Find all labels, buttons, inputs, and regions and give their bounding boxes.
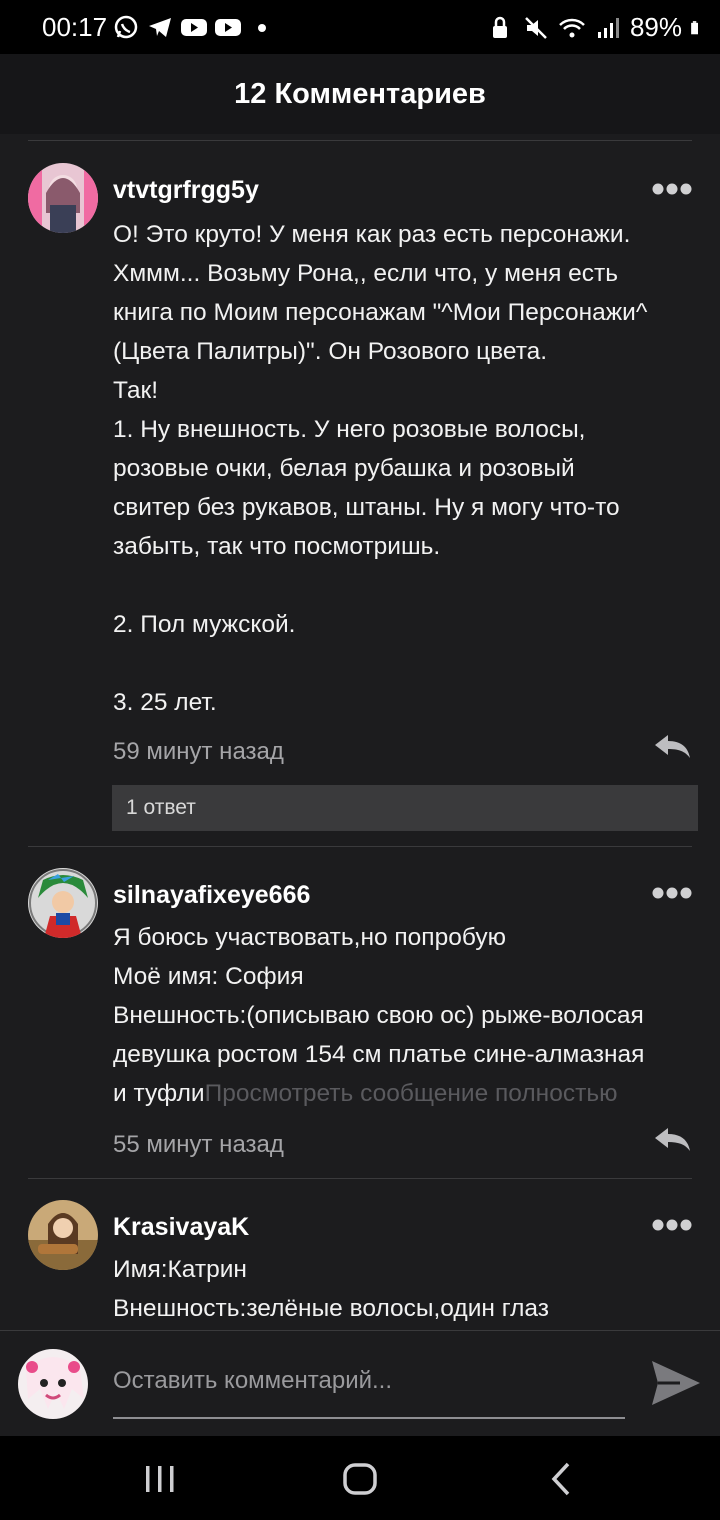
battery-percent: 89% — [629, 12, 682, 42]
youtube-icon — [215, 19, 241, 36]
wifi-icon — [559, 18, 585, 37]
status-bar: 00:17 89% — [0, 0, 720, 54]
signal-icon — [597, 17, 619, 38]
mute-icon — [525, 16, 547, 39]
comment-username[interactable]: vtvtgrfrgg5y — [113, 176, 259, 205]
system-icons: 89% — [486, 12, 706, 43]
comment-time: 55 минут назад — [113, 1131, 284, 1158]
comment-text: О! Это круто! У меня как раз есть персон… — [113, 221, 648, 716]
youtube-icon — [181, 19, 207, 36]
comment-time: 59 минут назад — [113, 738, 284, 765]
whatsapp-icon — [114, 15, 138, 39]
reply-icon[interactable] — [652, 1125, 692, 1153]
notification-icons — [112, 13, 276, 41]
more-options-icon[interactable] — [652, 1218, 692, 1232]
battery-icon — [691, 20, 698, 34]
back-icon[interactable] — [542, 1462, 582, 1496]
home-icon[interactable] — [340, 1462, 380, 1496]
input-underline — [113, 1417, 625, 1419]
comment-username[interactable]: silnayafixeye666 — [113, 881, 310, 910]
comment-username[interactable]: KrasivayaK — [113, 1213, 249, 1242]
dot-icon — [258, 24, 266, 32]
replies-count: 1 ответ — [126, 796, 196, 819]
comment-input-bar: Оставить комментарий... — [0, 1330, 720, 1437]
divider — [28, 846, 692, 847]
status-time: 00:17 — [42, 12, 108, 42]
reply-icon[interactable] — [652, 732, 692, 760]
send-icon[interactable] — [650, 1359, 702, 1407]
page-title: 12 Комментариев — [234, 77, 486, 110]
recent-apps-icon[interactable] — [140, 1462, 180, 1496]
view-full-message-link[interactable]: Просмотреть сообщение полностью — [205, 1080, 618, 1107]
divider — [28, 1178, 692, 1179]
telegram-icon — [149, 18, 171, 37]
avatar[interactable] — [28, 868, 98, 938]
lock-icon — [492, 16, 507, 38]
comment-text: Я боюсь участвовать,но попробую Моё имя:… — [113, 918, 703, 1113]
divider — [28, 140, 692, 141]
more-options-icon[interactable] — [652, 182, 692, 196]
avatar[interactable] — [28, 1200, 98, 1270]
system-nav-bar — [0, 1436, 720, 1520]
more-options-icon[interactable] — [652, 886, 692, 900]
comments-header: 12 Комментариев — [0, 54, 720, 134]
avatar — [18, 1349, 88, 1419]
comment-text: Имя:Катрин Внешность:зелёные волосы,один… — [113, 1256, 549, 1322]
avatar[interactable] — [28, 163, 98, 233]
view-replies-button[interactable]: 1 ответ — [112, 785, 698, 831]
comment-input[interactable]: Оставить комментарий... — [113, 1367, 392, 1395]
